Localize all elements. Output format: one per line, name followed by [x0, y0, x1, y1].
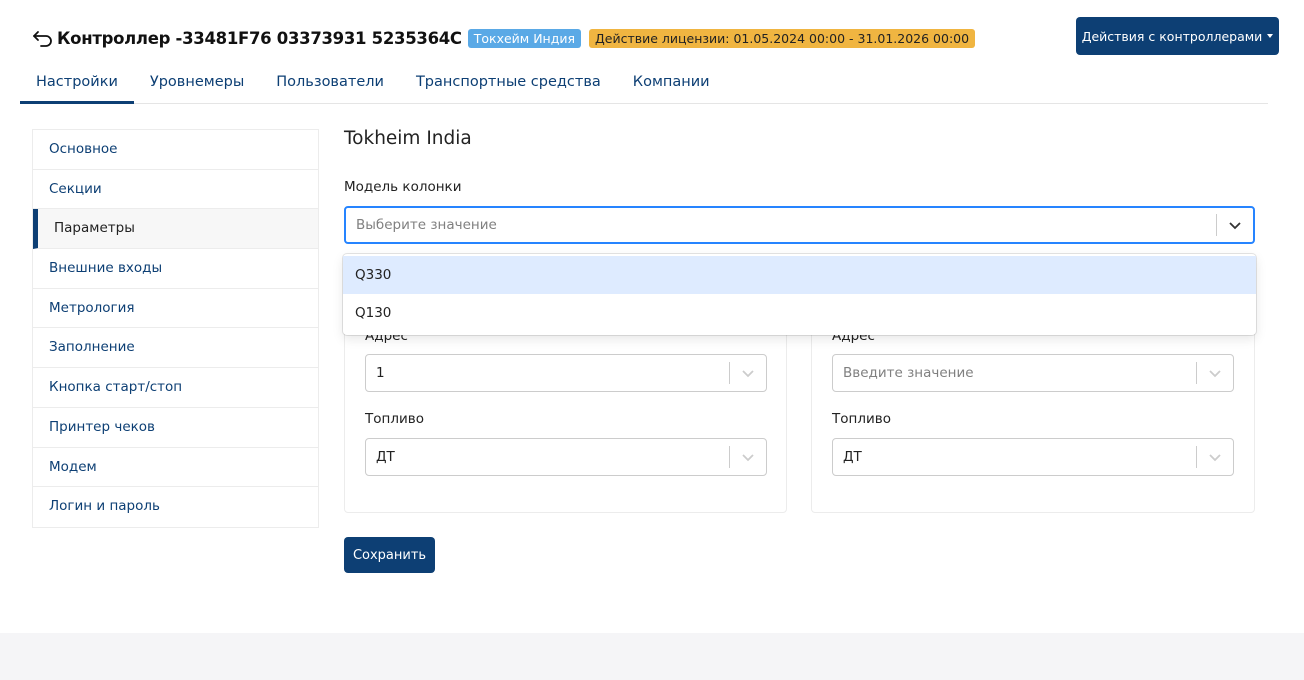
controller-actions-button[interactable]: Действия с контроллерами: [1076, 17, 1279, 55]
sidebar-item-metrology[interactable]: Метрология: [33, 289, 318, 329]
sidebar-item-filling[interactable]: Заполнение: [33, 328, 318, 369]
model-dropdown-menu: Q330 Q130: [343, 254, 1256, 335]
caret-down-icon: [1267, 34, 1274, 38]
sidebar-item-receipt-printer[interactable]: Принтер чеков: [33, 408, 318, 448]
tab-users[interactable]: Пользователи: [260, 64, 400, 104]
chevron-down-icon[interactable]: [1197, 439, 1233, 475]
chevron-down-icon[interactable]: [730, 439, 766, 475]
save-button[interactable]: Сохранить: [344, 537, 435, 573]
chevron-down-icon[interactable]: [1197, 355, 1233, 391]
sidebar-item-modem[interactable]: Модем: [33, 448, 318, 488]
tab-settings[interactable]: Настройки: [20, 64, 134, 104]
tab-companies[interactable]: Компании: [617, 64, 726, 104]
page: Контроллер -33481F76 03373931 5235364C Т…: [0, 0, 1304, 633]
fuel-value: ДТ: [843, 449, 862, 465]
section-title: Tokheim India: [344, 128, 472, 149]
fuel-select[interactable]: ДТ: [832, 438, 1234, 476]
license-badge: Действие лицензии: 01.05.2024 00:00 - 31…: [589, 28, 976, 48]
pump-panel-2: Адрес Введите значение Топливо ДТ: [811, 320, 1255, 513]
model-select-placeholder: Выберите значение: [356, 217, 497, 233]
back-arrow-icon[interactable]: [32, 27, 54, 49]
fuel-label: Топливо: [832, 411, 891, 427]
fuel-label: Топливо: [365, 411, 424, 427]
address-select[interactable]: 1: [365, 354, 767, 392]
tab-level-gauges[interactable]: Уровнемеры: [134, 64, 260, 104]
chevron-down-icon[interactable]: [1217, 207, 1253, 243]
page-footer: [0, 633, 1304, 680]
sidebar-item-start-stop-button[interactable]: Кнопка старт/стоп: [33, 368, 318, 408]
address-value: 1: [376, 365, 385, 381]
tab-vehicles[interactable]: Транспортные средства: [400, 64, 617, 104]
tab-bar: Настройки Уровнемеры Пользователи Трансп…: [20, 64, 1268, 104]
model-select[interactable]: Выберите значение: [344, 206, 1255, 244]
address-placeholder: Введите значение: [843, 365, 974, 381]
page-title: Контроллер -33481F76 03373931 5235364C: [57, 28, 462, 48]
chevron-down-icon[interactable]: [730, 355, 766, 391]
page-header: Контроллер -33481F76 03373931 5235364C Т…: [32, 26, 976, 50]
company-badge: Токхейм Индия: [467, 28, 582, 48]
sidebar-item-login-password[interactable]: Логин и пароль: [33, 487, 318, 527]
fuel-select[interactable]: ДТ: [365, 438, 767, 476]
pump-panel-1: Адрес 1 Топливо ДТ: [344, 320, 787, 513]
model-option[interactable]: Q330: [343, 256, 1256, 294]
address-select[interactable]: Введите значение: [832, 354, 1234, 392]
model-option[interactable]: Q130: [343, 294, 1256, 332]
model-label: Модель колонки: [344, 179, 462, 195]
settings-sidebar: Основное Секции Параметры Внешние входы …: [32, 129, 319, 528]
sidebar-item-sections[interactable]: Секции: [33, 170, 318, 210]
fuel-value: ДТ: [376, 449, 395, 465]
sidebar-item-parameters[interactable]: Параметры: [33, 209, 318, 250]
controller-actions-label: Действия с контроллерами: [1081, 28, 1263, 44]
sidebar-item-external-inputs[interactable]: Внешние входы: [33, 249, 318, 289]
sidebar-item-basic[interactable]: Основное: [33, 130, 318, 170]
